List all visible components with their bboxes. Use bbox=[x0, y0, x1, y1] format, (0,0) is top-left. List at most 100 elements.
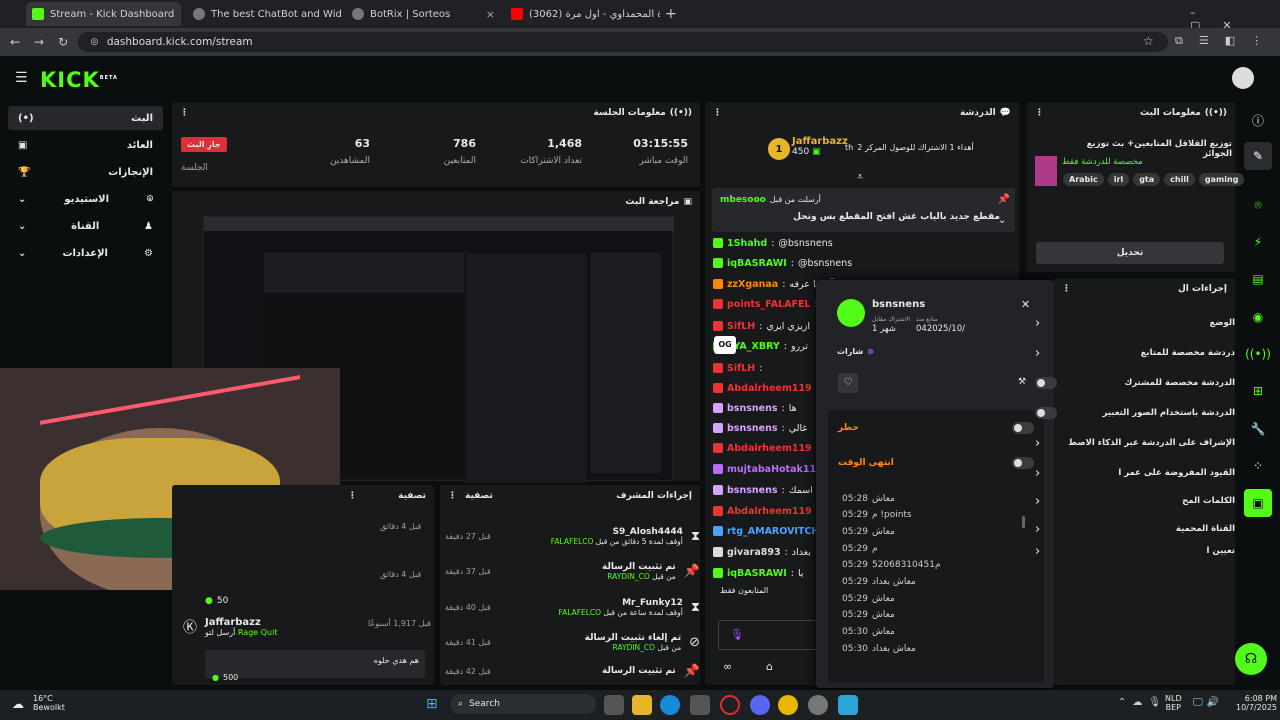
file-explorer-icon[interactable] bbox=[632, 695, 652, 715]
edit-button[interactable]: تحديل bbox=[1036, 242, 1224, 264]
chat-username[interactable]: points_FALAFEL bbox=[727, 299, 810, 310]
action-row[interactable]: الدردشة باستخدام الصور التعبير bbox=[1035, 402, 1235, 424]
chevron-right-icon[interactable]: ‹ bbox=[1035, 436, 1040, 451]
extension-icons[interactable]: ⧉☰◧⋮ bbox=[1175, 34, 1278, 48]
chat-username[interactable]: SifLH bbox=[727, 321, 755, 332]
tray-icons[interactable]: ⌃☁🎙 bbox=[1118, 697, 1167, 708]
sidebar-item-settings[interactable]: ⚙ الإعدادات ⌄ bbox=[8, 241, 163, 265]
action-row[interactable]: الكلمات المح ‹ bbox=[1035, 490, 1235, 512]
obs-icon[interactable] bbox=[808, 695, 828, 715]
tag[interactable]: Arabic bbox=[1063, 173, 1104, 186]
edge-icon[interactable] bbox=[660, 695, 680, 715]
chevron-right-icon[interactable]: ‹ bbox=[1035, 316, 1040, 331]
chevron-right-icon[interactable]: ‹ bbox=[1035, 522, 1040, 537]
close-icon[interactable]: ✕ bbox=[1021, 298, 1030, 311]
chat-username[interactable]: Abdalrheem119 bbox=[727, 443, 812, 454]
chat-username[interactable]: zzXganaa bbox=[727, 279, 778, 290]
chat-message[interactable]: iqBASRAWI: @bsnsnens bbox=[713, 253, 1013, 273]
tab-youtube[interactable]: (3062) حمزة المحمداوي - اول مرة× bbox=[505, 4, 660, 24]
chat-username[interactable]: bsnsnens bbox=[727, 423, 778, 434]
language-indicator[interactable]: NLD BEP bbox=[1165, 694, 1182, 712]
chevron-right-icon[interactable]: ‹ bbox=[1035, 494, 1040, 509]
chat-username[interactable]: rtg_AMAROVITCH bbox=[727, 526, 819, 537]
action-row[interactable]: الوضع ‹ bbox=[1035, 312, 1235, 334]
clock[interactable]: 6:08 PM 10/7/2025 bbox=[1236, 694, 1277, 712]
action-toggle[interactable] bbox=[1035, 377, 1057, 389]
info-icon[interactable]: ⓘ bbox=[1244, 106, 1272, 134]
chevron-right-icon[interactable]: ‹ bbox=[1035, 346, 1040, 361]
timeout-toggle[interactable] bbox=[1012, 457, 1034, 469]
document-icon[interactable]: ▤ bbox=[1244, 265, 1272, 293]
dots-icon[interactable]: ⁘ bbox=[1244, 452, 1272, 480]
heart-icon[interactable]: ♡ bbox=[838, 373, 858, 393]
sidebar-item-achievements[interactable]: الإنجازات 🏆 bbox=[8, 160, 163, 184]
discord-icon[interactable] bbox=[750, 695, 770, 715]
sidebar-item-stream[interactable]: البث (•) bbox=[8, 106, 163, 130]
app-icon[interactable]: ▣ bbox=[1244, 489, 1272, 517]
ban-toggle[interactable] bbox=[1012, 422, 1034, 434]
scrollbar[interactable] bbox=[1022, 516, 1025, 528]
more-icon[interactable]: ⋮ bbox=[180, 108, 189, 118]
close-icon[interactable]: × bbox=[180, 8, 181, 21]
chat-username[interactable]: SifLH bbox=[727, 363, 755, 374]
chat-username[interactable]: iqBASRAWI bbox=[727, 568, 787, 579]
store-taskbar-icon[interactable] bbox=[690, 695, 710, 715]
mic-icon[interactable]: 🎙 bbox=[730, 628, 744, 641]
avatar[interactable] bbox=[1232, 67, 1254, 89]
wrench-icon[interactable]: 🔧 bbox=[1244, 415, 1272, 443]
action-row[interactable]: القناة المحمية ‹ bbox=[1035, 518, 1235, 540]
menu-icon[interactable]: ☰ bbox=[15, 70, 28, 86]
tab-botrix[interactable]: BotRix | Sorteos × bbox=[346, 4, 501, 24]
weather-widget[interactable]: 16°C Bewolkt bbox=[33, 694, 65, 712]
sidebar-item-revenue[interactable]: العائد ▣ bbox=[8, 133, 163, 157]
broadcast-rail-icon[interactable]: ((•)) bbox=[1244, 340, 1272, 368]
tab-kick-dashboard[interactable]: Stream - Kick Dashboard× bbox=[26, 2, 181, 26]
action-row[interactable]: دردشة مخصصة للمتابع ‹ bbox=[1035, 342, 1235, 364]
layout-icon[interactable]: ⊞ bbox=[1244, 377, 1272, 405]
tag[interactable]: chill bbox=[1164, 173, 1195, 186]
chevron-right-icon[interactable]: ‹ bbox=[1035, 544, 1040, 559]
more-icon[interactable]: ⋮ bbox=[1035, 108, 1044, 118]
chat-username[interactable]: Abdalrheem119 bbox=[727, 383, 812, 394]
bookmark-star-icon[interactable]: ☆ bbox=[1143, 34, 1154, 48]
tag[interactable]: gta bbox=[1133, 173, 1161, 186]
opera-icon[interactable] bbox=[720, 695, 740, 715]
chat-username[interactable]: bsnsnens bbox=[727, 403, 778, 414]
sidebar-item-channel[interactable]: ♟ القناة ⌄ bbox=[8, 214, 163, 238]
chat-username[interactable]: bsnsnens bbox=[727, 485, 778, 496]
network-sound-icons[interactable]: 🖵🔊 bbox=[1193, 697, 1223, 708]
close-icon[interactable]: × bbox=[486, 8, 495, 21]
new-tab-button[interactable]: + bbox=[665, 6, 677, 22]
chat-username[interactable]: 1Shahd bbox=[727, 238, 767, 249]
action-row[interactable]: الدردشة مخصصة للمشترك bbox=[1035, 372, 1235, 394]
action-toggle[interactable] bbox=[1035, 407, 1057, 419]
task-view-icon[interactable] bbox=[604, 695, 624, 715]
more-icon[interactable]: ⋮ bbox=[448, 491, 457, 501]
nav-buttons[interactable]: ←→↻ bbox=[10, 35, 82, 49]
pencil-icon[interactable]: ✎ bbox=[1244, 142, 1272, 170]
chrome-icon[interactable] bbox=[778, 695, 798, 715]
taskbar-search[interactable]: ⌕ Search bbox=[450, 694, 596, 714]
chat-username[interactable]: givara893 bbox=[727, 547, 781, 558]
action-row[interactable]: القيود المفروضة على عمر ا ‹ bbox=[1035, 462, 1235, 484]
chat-username[interactable]: iqBASRAWI bbox=[727, 258, 787, 269]
studio-rail-icon[interactable]: ⌾ bbox=[1244, 191, 1272, 219]
more-icon[interactable]: ⋮ bbox=[1062, 284, 1071, 294]
sidebar-item-studio[interactable]: ⌾ الاستيديو ⌄ bbox=[8, 187, 163, 211]
lightning-icon[interactable]: ⚡ bbox=[1244, 228, 1272, 256]
more-icon[interactable]: ⋮ bbox=[713, 108, 722, 118]
action-row[interactable]: تعيين ا ‹ bbox=[1035, 540, 1235, 562]
tag[interactable]: gaming bbox=[1198, 173, 1245, 186]
collapse-icon[interactable]: ⩡ bbox=[857, 170, 863, 184]
url-field[interactable]: ⊜ dashboard.kick.com/stream bbox=[78, 32, 1168, 52]
chevron-down-icon[interactable]: ⌄ bbox=[998, 215, 1006, 226]
site-info-icon[interactable]: ⊜ bbox=[90, 36, 99, 48]
windows-start-icon[interactable]: ⊞ bbox=[426, 696, 442, 712]
chat-username[interactable]: Abdalrheem119 bbox=[727, 506, 812, 517]
chat-rail-icon[interactable]: ◉ bbox=[1244, 303, 1272, 331]
tag[interactable]: irl bbox=[1107, 173, 1130, 186]
link-icon[interactable]: ∞ bbox=[723, 660, 732, 673]
kick-logo[interactable]: KICKBETA bbox=[40, 68, 118, 92]
tools-icon[interactable]: ⚒ bbox=[1018, 377, 1026, 387]
action-row[interactable]: الإشراف على الدردشة عبر الذكاء الاصط ‹ bbox=[1035, 432, 1235, 454]
